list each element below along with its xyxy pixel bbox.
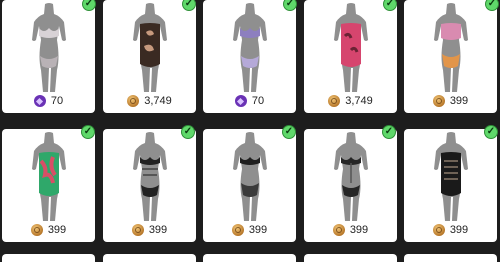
coin-currency-icon — [231, 224, 244, 236]
item-card-partial[interactable] — [203, 254, 296, 262]
price-tag: 399 — [404, 95, 497, 107]
item-card[interactable]: 3,749 — [304, 0, 397, 113]
price-tag: 3,749 — [304, 95, 397, 107]
price-tag: 70 — [203, 95, 296, 107]
item-card[interactable]: 399 — [304, 129, 397, 242]
mannequin-image — [404, 129, 497, 225]
mannequin-image — [304, 129, 397, 225]
gem-currency-icon — [33, 95, 46, 107]
price-value: 399 — [248, 224, 268, 236]
owned-check-icon: ✓ — [282, 125, 296, 139]
price-value: 399 — [148, 224, 168, 236]
owned-check-icon: ✓ — [181, 125, 195, 139]
price-value: 399 — [449, 224, 469, 236]
price-tag: 399 — [203, 224, 296, 236]
owned-check-icon: ✓ — [484, 125, 498, 139]
coin-currency-icon — [131, 224, 144, 236]
item-card[interactable]: 70 — [2, 0, 95, 113]
price-value: 399 — [47, 224, 67, 236]
coin-currency-icon — [127, 95, 140, 107]
item-card-partial[interactable] — [304, 254, 397, 262]
mannequin-image — [203, 129, 296, 225]
item-card-partial[interactable] — [2, 254, 95, 262]
mannequin-image — [203, 0, 296, 96]
price-value: 3,749 — [345, 95, 373, 107]
item-card[interactable]: 399 — [2, 129, 95, 242]
coin-currency-icon — [432, 224, 445, 236]
price-tag: 399 — [103, 224, 196, 236]
coin-currency-icon — [328, 95, 341, 107]
owned-check-icon: ✓ — [382, 125, 396, 139]
price-value: 399 — [449, 95, 469, 107]
price-value: 70 — [251, 95, 265, 107]
item-card[interactable]: 70 — [203, 0, 296, 113]
price-value: 70 — [50, 95, 64, 107]
mannequin-image — [2, 129, 95, 225]
price-value: 399 — [349, 224, 369, 236]
mannequin-image — [404, 0, 497, 96]
price-value: 3,749 — [144, 95, 172, 107]
price-tag: 3,749 — [103, 95, 196, 107]
mannequin-image — [2, 0, 95, 96]
coin-currency-icon — [332, 224, 345, 236]
item-card-partial[interactable] — [404, 254, 497, 262]
gem-currency-icon — [234, 95, 247, 107]
item-card[interactable]: 399 — [203, 129, 296, 242]
item-card[interactable]: 3,749 — [103, 0, 196, 113]
owned-check-icon: ✓ — [81, 125, 95, 139]
price-tag: 399 — [2, 224, 95, 236]
price-tag: 399 — [404, 224, 497, 236]
coin-currency-icon — [432, 95, 445, 107]
price-tag: 70 — [2, 95, 95, 107]
price-tag: 399 — [304, 224, 397, 236]
coin-currency-icon — [30, 224, 43, 236]
mannequin-image — [304, 0, 397, 96]
mannequin-image — [103, 0, 196, 96]
mannequin-image — [103, 129, 196, 225]
item-card-partial[interactable] — [103, 254, 196, 262]
item-card[interactable]: 399 — [404, 129, 497, 242]
item-card[interactable]: 399 — [404, 0, 497, 113]
item-card[interactable]: 399 — [103, 129, 196, 242]
